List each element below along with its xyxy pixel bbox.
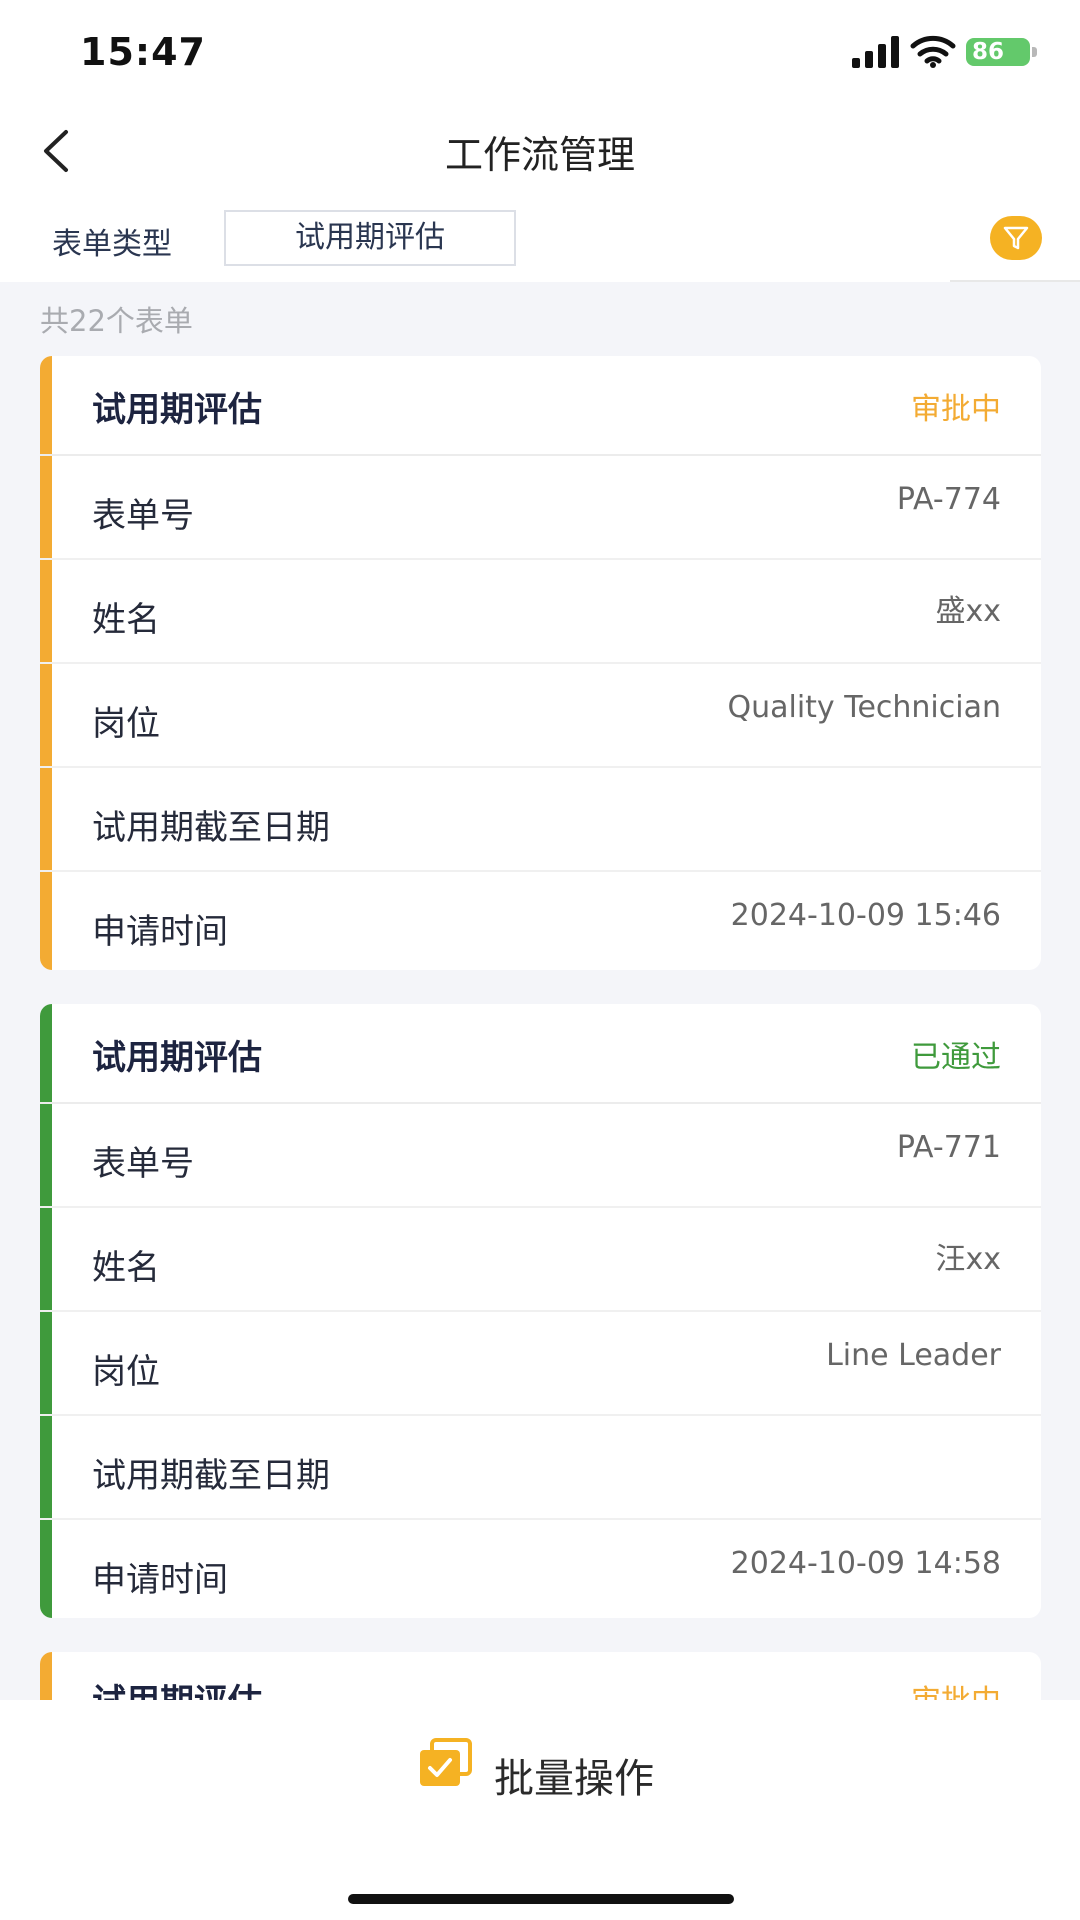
field-row-probation-end: 试用期截至日期 xyxy=(40,1416,1041,1520)
field-label: 申请时间 xyxy=(92,912,228,952)
batch-operation-button[interactable]: 批量操作 xyxy=(494,1746,654,1804)
field-row-name: 姓名 汪xx xyxy=(40,1208,1041,1312)
field-label: 试用期截至日期 xyxy=(92,808,330,848)
battery-icon: 86 xyxy=(966,38,1030,66)
field-label: 表单号 xyxy=(92,496,194,536)
battery-level: 86 xyxy=(972,39,1005,65)
field-row-position: 岗位 Line Leader xyxy=(40,1312,1041,1416)
field-label: 试用期截至日期 xyxy=(92,1456,330,1496)
status-time: 15:47 xyxy=(80,30,206,74)
wifi-icon xyxy=(910,35,956,68)
form-type-select[interactable]: 试用期评估 xyxy=(224,210,516,266)
field-row-apply-time: 申请时间 2024-10-09 14:58 xyxy=(40,1520,1041,1618)
status-badge: 审批中 xyxy=(911,392,1001,427)
filter-bar: 表单类型 试用期评估 xyxy=(0,206,1080,282)
signal-icon xyxy=(852,36,899,68)
field-label: 姓名 xyxy=(92,600,160,640)
form-card[interactable]: 试用期评估 已通过 表单号 PA-771 姓名 汪xx 岗位 Line Lead… xyxy=(40,1004,1041,1618)
field-value: 2024-10-09 15:46 xyxy=(730,898,1001,933)
status-badge: 已通过 xyxy=(911,1040,1001,1075)
field-label: 岗位 xyxy=(92,704,160,744)
field-label: 表单号 xyxy=(92,1144,194,1184)
field-row-form-number: 表单号 PA-774 xyxy=(40,456,1041,560)
card-title: 试用期评估 xyxy=(92,1038,262,1078)
filter-icon xyxy=(1003,226,1029,250)
field-row-form-number: 表单号 PA-771 xyxy=(40,1104,1041,1208)
field-value: PA-771 xyxy=(896,1130,1001,1165)
home-indicator xyxy=(348,1894,734,1904)
batch-check-icon xyxy=(420,1738,472,1786)
nav-bar: 工作流管理 xyxy=(0,96,1080,206)
field-value: 2024-10-09 14:58 xyxy=(730,1546,1001,1581)
field-value: Line Leader xyxy=(826,1338,1001,1373)
status-bar: 15:47 86 xyxy=(0,0,1080,96)
field-value: 盛xx xyxy=(935,594,1001,629)
field-row-apply-time: 申请时间 2024-10-09 15:46 xyxy=(40,872,1041,970)
battery-tip xyxy=(1032,47,1037,57)
card-header: 试用期评估 审批中 xyxy=(40,356,1041,456)
field-label: 申请时间 xyxy=(92,1560,228,1600)
page-title: 工作流管理 xyxy=(444,133,635,177)
form-type-label: 表单类型 xyxy=(52,227,172,262)
divider xyxy=(950,280,1080,282)
field-row-probation-end: 试用期截至日期 xyxy=(40,768,1041,872)
field-row-name: 姓名 盛xx xyxy=(40,560,1041,664)
field-value: PA-774 xyxy=(896,482,1001,517)
form-count: 共22个表单 xyxy=(40,304,193,338)
bottom-action-bar: 批量操作 xyxy=(0,1700,1080,1920)
card-header: 试用期评估 已通过 xyxy=(40,1004,1041,1104)
card-title: 试用期评估 xyxy=(92,390,262,430)
field-row-position: 岗位 Quality Technician xyxy=(40,664,1041,768)
field-label: 姓名 xyxy=(92,1248,160,1288)
form-card[interactable]: 试用期评估 审批中 表单号 PA-774 姓名 盛xx 岗位 Quality T… xyxy=(40,356,1041,970)
field-label: 岗位 xyxy=(92,1352,160,1392)
field-value: 汪xx xyxy=(935,1242,1001,1277)
filter-button[interactable] xyxy=(990,216,1042,260)
field-value: Quality Technician xyxy=(727,690,1001,725)
